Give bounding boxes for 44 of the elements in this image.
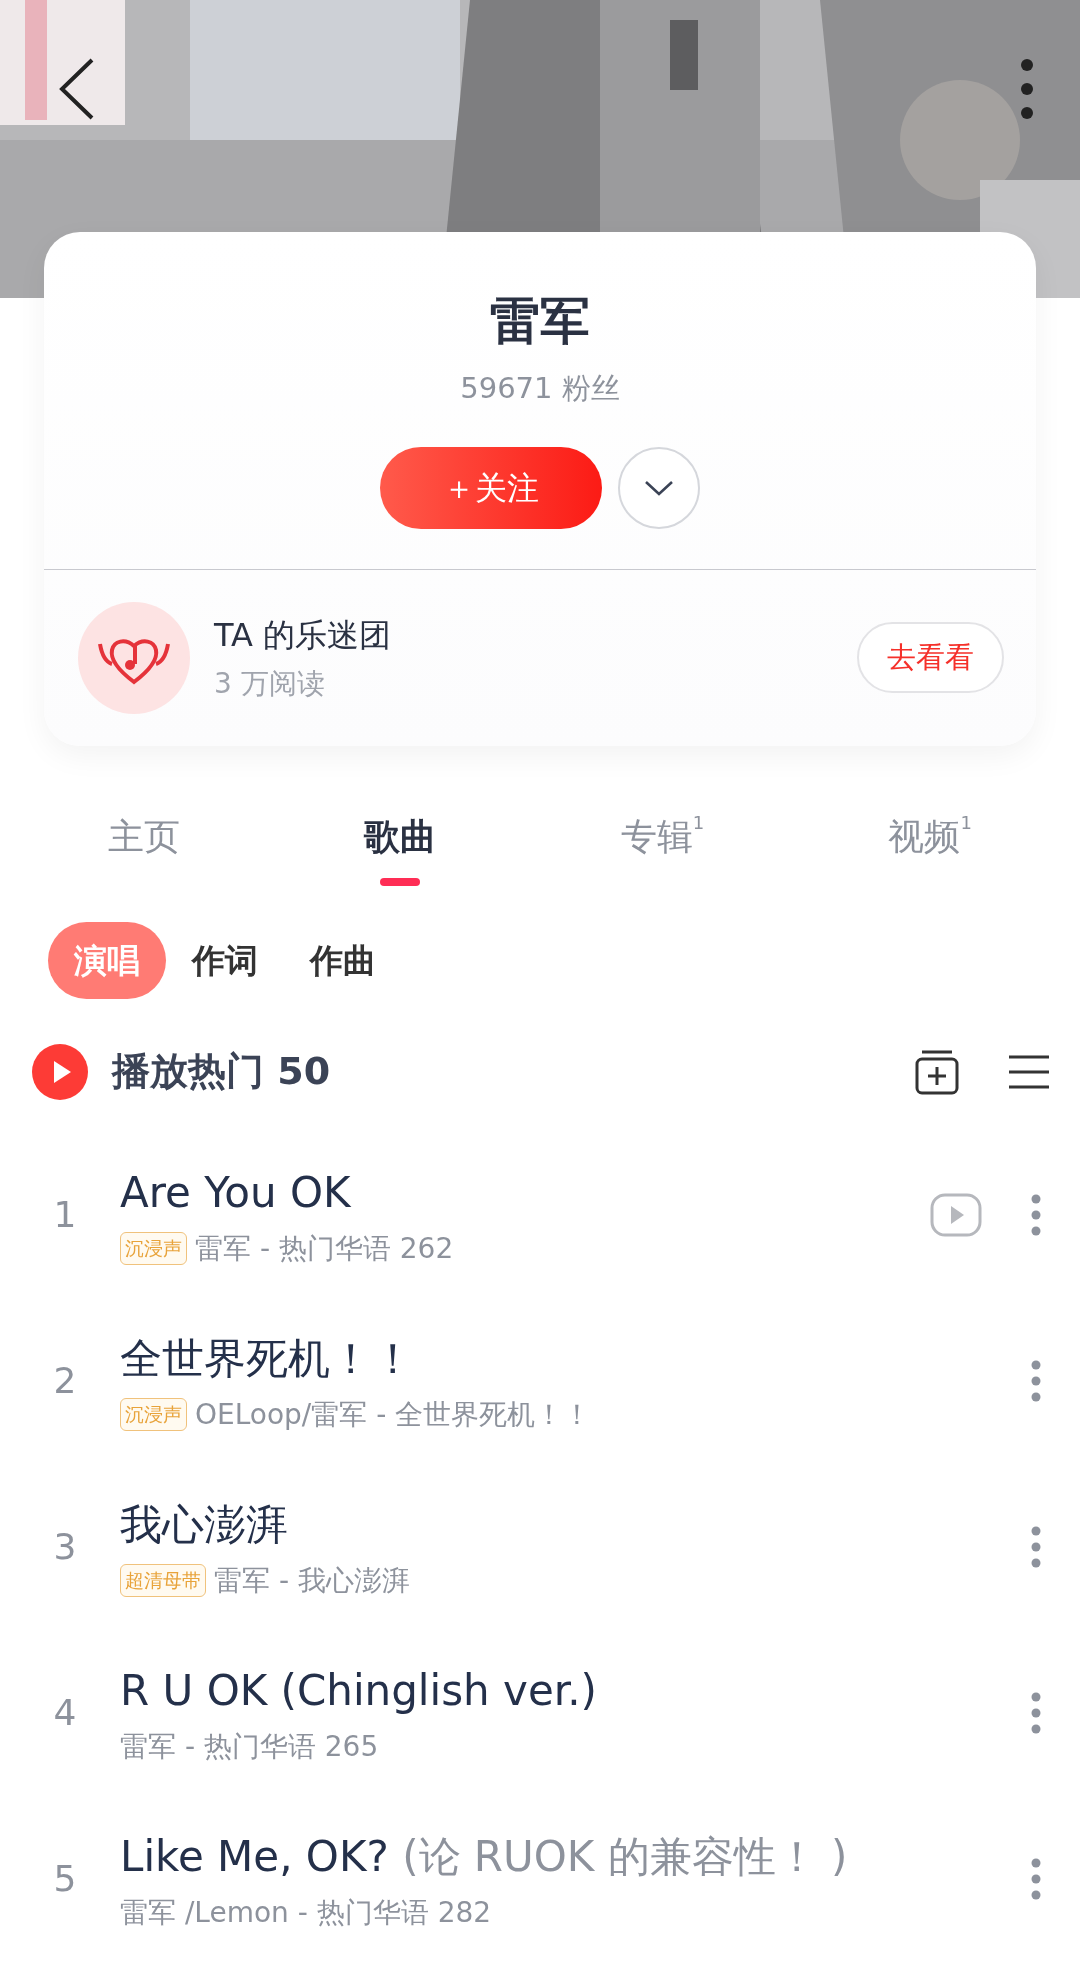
song-title: Are You OK [120,1166,352,1219]
more-options-button[interactable] [1030,1193,1042,1237]
song-meta: 雷军 /Lemon - 热门华语 282 [120,1894,492,1931]
tab[interactable]: 歌曲 [364,809,437,886]
more-options-button[interactable] [1030,1857,1042,1901]
follow-button[interactable]: ＋关注 [380,446,602,529]
song-title: R U OK (Chinglish ver.) [120,1664,598,1717]
track-number: 3 [52,1525,78,1569]
song-meta: 雷军 - 我心澎湃 [214,1562,410,1599]
track-number: 1 [52,1193,78,1237]
tab[interactable]: 视频$^{1}$ [888,809,972,886]
play-all-label: 播放热门 50 [112,1048,332,1095]
video-button[interactable] [930,1193,982,1237]
song-meta: 雷军 - 热门华语 265 [120,1728,379,1765]
artist-name: 雷军 [490,291,590,352]
menu-button[interactable] [1008,1053,1050,1090]
song-title: 我心澎湃 [120,1498,289,1551]
song-title: 全世界死机！！ [120,1332,415,1385]
quality-tag: 超清母带 [120,1564,206,1597]
song-meta: 雷军 - 热门华语 262 [195,1230,454,1267]
filter-chip[interactable]: 演唱 [48,921,166,999]
track-number: 4 [52,1691,78,1735]
fan-club-title: TA 的乐迷团 [214,614,393,656]
view-button[interactable]: 去看看 [857,621,1004,694]
song-title: Like Me, OK? (论 RUOK 的兼容性！ ) [120,1830,849,1883]
track-number: 5 [52,1857,78,1901]
chevron-down-icon [644,478,674,497]
more-options-button[interactable] [1030,1359,1042,1403]
add-to-playlist-button[interactable] [914,1048,960,1095]
more-options-button[interactable] [1030,1691,1042,1735]
filter-chip[interactable]: 作词 [166,921,284,999]
read-count: 3 万阅读 [214,665,326,702]
play-button[interactable] [32,1043,88,1100]
more-icon [1020,58,1034,120]
track-number: 2 [52,1359,78,1403]
tab[interactable]: 主页 [108,809,181,886]
filter-chip[interactable]: 作曲 [284,921,402,999]
more-options-button[interactable] [1030,1525,1042,1569]
tab[interactable]: 专辑$^{1}$ [620,809,705,886]
quality-tag: 沉浸声 [120,1232,187,1265]
quality-tag: 沉浸声 [120,1398,187,1431]
fan-club-icon [78,601,190,714]
fan-count: 59671 粉丝 [460,370,620,407]
song-meta: OELoop/雷军 - 全世界死机！！ [195,1396,592,1433]
